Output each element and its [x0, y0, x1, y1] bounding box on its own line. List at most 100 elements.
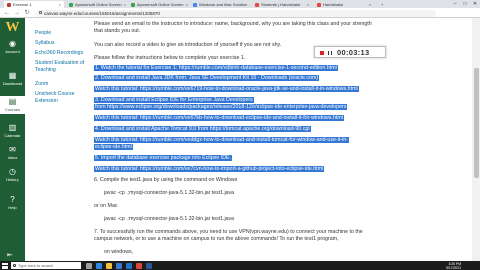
- close-tab-icon[interactable]: ×: [59, 2, 61, 7]
- windows-start-icon[interactable]: [2, 262, 8, 269]
- instructions-heading: Please follow the instructions below to …: [94, 55, 246, 61]
- course-nav-syllabus[interactable]: Syllabus: [35, 40, 87, 47]
- collapse-nav-icon[interactable]: ⇤: [7, 251, 13, 259]
- tab-title: Students | Handshake: [261, 2, 301, 7]
- pause-record-icon[interactable]: [328, 50, 332, 55]
- global-nav-account[interactable]: ◉ Account: [0, 38, 25, 56]
- assignment-content: Please send an email to the instructor t…: [94, 18, 454, 261]
- global-nav-label: Help: [8, 205, 17, 210]
- page-scrollbar[interactable]: [472, 18, 480, 261]
- clock-date: 9/17/2021: [446, 265, 462, 270]
- file-explorer-icon[interactable]: [106, 262, 112, 269]
- clock-time: 3:26 PM: [448, 261, 462, 266]
- close-tab-icon[interactable]: ×: [249, 2, 250, 7]
- word-icon[interactable]: [146, 262, 152, 269]
- global-nav-label: Inbox: [7, 155, 18, 160]
- browser-tab[interactable]: Apowersoft Online Screen ×: [66, 1, 126, 8]
- chrome-icon[interactable]: [136, 262, 142, 269]
- video-note: You can also record a video to give an i…: [94, 42, 282, 48]
- course-nav-echo360[interactable]: Echo360 Recordings: [35, 50, 87, 57]
- task-view-icon[interactable]: [86, 262, 92, 269]
- help-icon: ?: [10, 195, 15, 204]
- new-tab-icon[interactable]: +: [378, 1, 386, 8]
- mail-icon[interactable]: [126, 262, 132, 269]
- taskbar-search-placeholder: Type here to search: [18, 263, 54, 268]
- windows-taskbar: Type here to search 3:26 PM 9/17/2021: [0, 261, 480, 270]
- browser-tab[interactable]: Handshake ×: [314, 1, 374, 8]
- close-tab-icon[interactable]: ×: [185, 2, 187, 7]
- windows-compile-command: javac -cp .;mysql-connector-java-5.1.32-…: [104, 190, 235, 196]
- tab-title: Apowersoft Online Screen: [137, 2, 184, 7]
- course-nav-people[interactable]: People: [35, 30, 87, 37]
- search-icon: [12, 263, 16, 267]
- tab-favicon-icon: [317, 2, 321, 7]
- history-icon: ◷: [9, 167, 16, 176]
- global-nav-courses[interactable]: ▤ Courses: [0, 96, 25, 114]
- global-nav-label: Account: [5, 49, 20, 54]
- dashboard-icon: ▦: [8, 71, 17, 80]
- close-tab-icon[interactable]: ×: [369, 2, 371, 7]
- global-nav-label: Dashboard: [2, 81, 23, 86]
- step-3-tutorial-link[interactable]: Watch this tutorial: https://rumble.com/…: [94, 115, 344, 121]
- step-1-link[interactable]: 1. Watch the tutorial for Exercise 1: ht…: [94, 65, 338, 71]
- recording-timer: 00:03:13: [337, 48, 370, 57]
- mac-compile-command: javac -cp .:mysql-connector-java-5.1.32-…: [104, 216, 235, 222]
- intro-line: that stands you out.: [94, 27, 141, 34]
- forward-icon[interactable]: →: [13, 9, 21, 17]
- global-nav-label: Calendar: [4, 133, 21, 138]
- account-icon: ◉: [9, 39, 16, 48]
- global-nav-help[interactable]: ? Help: [0, 194, 25, 212]
- course-nav-unicheck[interactable]: Unicheck Course Extension: [35, 91, 87, 104]
- maximize-button[interactable]: □: [460, 0, 470, 8]
- stop-record-icon[interactable]: [320, 50, 324, 55]
- step-4-tutorial-link[interactable]: Watch this tutorial: https://rumble.com/…: [94, 137, 349, 143]
- courses-icon: ▤: [8, 97, 17, 106]
- inbox-icon: ✉: [9, 145, 16, 154]
- minimize-button[interactable]: –: [450, 0, 460, 8]
- step-2-tutorial-link[interactable]: Watch this tutorial: https://rumble.com/…: [94, 86, 359, 92]
- step-6-text: 6. Compile the test1.java by using the c…: [94, 177, 238, 183]
- tab-favicon-icon: [7, 2, 11, 7]
- global-nav-calendar[interactable]: ▥ Calendar: [0, 122, 25, 140]
- scrollbar-thumb[interactable]: [473, 68, 479, 178]
- browser-tab-strip: Exercise 1 × Apowersoft Online Screen × Apow…: [0, 0, 480, 8]
- browser-tab[interactable]: Windows and Mac Solution×: [190, 1, 250, 8]
- tab-title: Exercise 1: [13, 2, 32, 7]
- step-3-link[interactable]: from https://www.eclipse.org/downloads/p…: [94, 104, 348, 110]
- close-window-button[interactable]: ✕: [470, 0, 480, 8]
- screen-recorder-widget: 00:03:13: [314, 46, 386, 58]
- global-nav-label: History: [6, 177, 19, 182]
- step-5-text: 5. Import the database exercise package …: [94, 155, 233, 161]
- reload-icon[interactable]: ↻: [23, 9, 31, 17]
- close-tab-icon[interactable]: ×: [123, 2, 125, 7]
- step-4-tutorial-link-cont[interactable]: eclipse-ide.html: [94, 144, 133, 150]
- browser-tab[interactable]: Apowersoft Online Screen ×: [128, 1, 188, 8]
- lock-icon: [39, 11, 42, 14]
- store-icon[interactable]: [116, 262, 122, 269]
- browser-tab[interactable]: Exercise 1 ×: [4, 1, 64, 8]
- or-on-mac: or on Mac: [94, 203, 118, 209]
- back-icon[interactable]: ←: [3, 9, 11, 17]
- global-nav: W ◉ Account ▦ Dashboard ▤ Courses ▥ Calendar ✉ In…: [0, 18, 25, 261]
- calendar-icon: ▥: [8, 123, 17, 132]
- course-nav-student-evaluation[interactable]: Student Evaluation of Teaching: [35, 60, 87, 73]
- tab-title: Windows and Mac Solution: [199, 2, 248, 7]
- global-nav-dashboard[interactable]: ▦ Dashboard: [0, 70, 25, 88]
- url-bar[interactable]: canvas.wayne.edu/courses/155016/assignme…: [36, 9, 436, 17]
- edge-icon[interactable]: [96, 262, 102, 269]
- global-nav-inbox[interactable]: ✉ Inbox: [0, 144, 25, 162]
- step-2-link[interactable]: 2. Download and install Java JDK from: J…: [94, 75, 320, 81]
- browser-tab[interactable]: Students | Handshake ×: [252, 1, 312, 8]
- course-nav-zoom[interactable]: Zoom: [35, 81, 87, 88]
- tab-title: Apowersoft Online Screen: [75, 2, 122, 7]
- step-4-link[interactable]: 4. Download and install Apache Tomcat 9.…: [94, 126, 311, 132]
- taskbar-search-input[interactable]: Type here to search: [11, 262, 81, 269]
- taskbar-clock[interactable]: 3:26 PM 9/17/2021: [446, 262, 461, 270]
- address-toolbar: ← → ↻ canvas.wayne.edu/courses/155016/as…: [0, 8, 480, 18]
- tab-favicon-icon: [193, 2, 197, 7]
- step-5-tutorial-link[interactable]: Watch this tutorial: https://rumble.com/…: [94, 166, 325, 172]
- global-nav-history[interactable]: ◷ History: [0, 166, 25, 184]
- close-tab-icon[interactable]: ×: [307, 2, 309, 7]
- tab-title: Handshake: [323, 2, 344, 7]
- tab-favicon-icon: [69, 2, 73, 7]
